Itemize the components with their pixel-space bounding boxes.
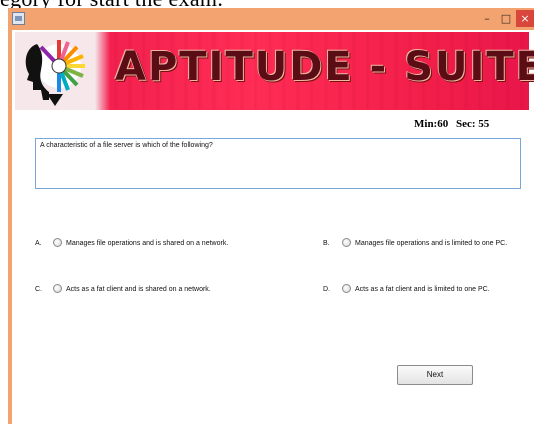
question-text: A characteristic of a file server is whi…	[40, 142, 213, 149]
minimize-button[interactable]: –	[478, 10, 496, 27]
option-b-letter: B.	[323, 240, 330, 247]
document-caption-strip: egory for start the exam.	[0, 0, 534, 8]
option-a-text[interactable]: Manages file operations and is shared on…	[66, 240, 228, 247]
option-a-radio[interactable]	[53, 238, 62, 247]
close-button[interactable]: ×	[516, 10, 534, 27]
maximize-button[interactable]: □	[497, 10, 515, 27]
document-caption: egory for start the exam.	[0, 0, 223, 8]
option-d-radio[interactable]	[342, 284, 351, 293]
app-window: – □ × APTITUDE - SUITE Min:60 Sec: 55 A …	[8, 8, 534, 424]
question-text-area[interactable]: A characteristic of a file server is whi…	[35, 138, 521, 189]
head-logo-icon	[25, 40, 85, 106]
option-a-letter: A.	[35, 240, 42, 247]
option-d-text[interactable]: Acts as a fat client and is limited to o…	[355, 286, 490, 293]
option-c-text[interactable]: Acts as a fat client and is shared on a …	[66, 286, 211, 293]
main-panel: APTITUDE - SUITE Min:60 Sec: 55 A charac…	[12, 30, 534, 424]
option-c-radio[interactable]	[53, 284, 62, 293]
option-b-text[interactable]: Manages file operations and is limited t…	[355, 240, 507, 247]
next-button[interactable]: Next	[397, 365, 473, 385]
timer-seconds: Sec: 55	[456, 118, 490, 130]
banner-title: APTITUDE - SUITE	[115, 44, 534, 90]
timer-minutes: Min:60	[414, 118, 449, 130]
option-d-letter: D.	[323, 286, 330, 293]
window-titlebar[interactable]: – □ ×	[8, 8, 534, 30]
java-app-icon	[12, 12, 25, 25]
option-c-letter: C.	[35, 286, 42, 293]
option-b-radio[interactable]	[342, 238, 351, 247]
app-banner: APTITUDE - SUITE	[15, 32, 534, 110]
